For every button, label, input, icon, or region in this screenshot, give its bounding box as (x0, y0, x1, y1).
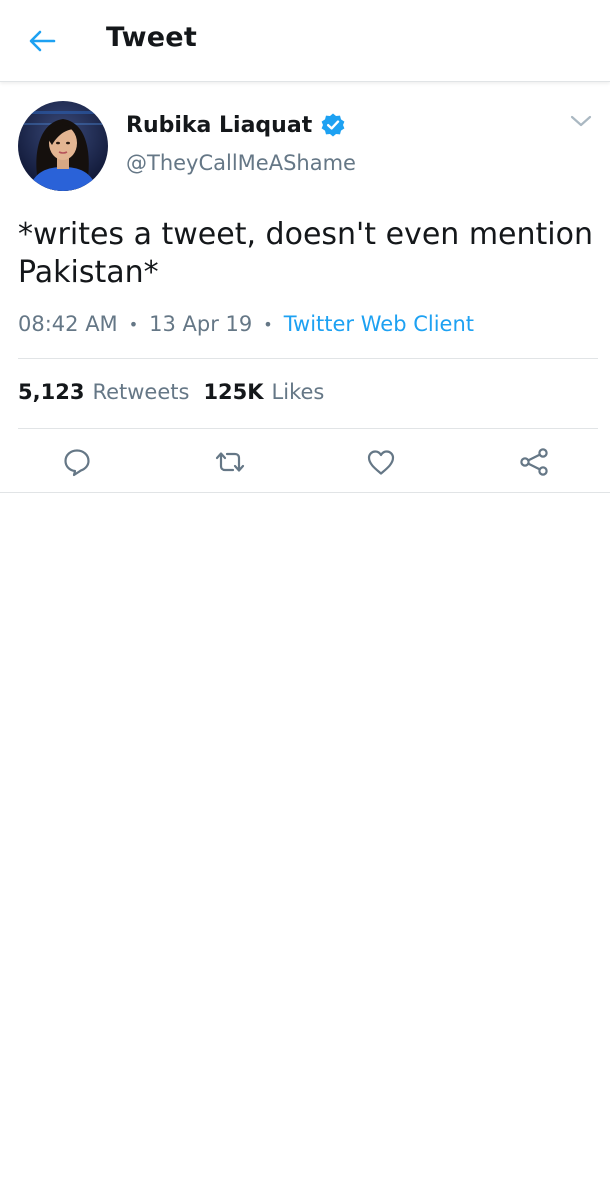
verified-badge-icon (321, 113, 345, 137)
arrow-left-icon (29, 30, 56, 52)
tweet-text: *writes a tweet, doesn't even mention Pa… (18, 217, 593, 290)
retweets-count: 5,123 (18, 380, 85, 404)
author-handle[interactable]: @TheyCallMeAShame (126, 151, 356, 175)
retweets-label: Retweets (92, 380, 190, 404)
share-button[interactable] (514, 444, 554, 480)
tweet-options-button[interactable] (567, 110, 595, 132)
back-button[interactable] (22, 24, 62, 58)
tweet-meta: 08:42 AM • 13 Apr 19 • Twitter Web Clien… (18, 312, 598, 336)
retweet-icon (215, 452, 245, 472)
reply-icon (64, 449, 90, 477)
tweet-stats: 5,123 Retweets 125K Likes (18, 380, 324, 404)
page-title: Tweet (106, 22, 197, 53)
divider (18, 428, 598, 429)
reply-button[interactable] (57, 444, 97, 480)
top-app-bar: Tweet (0, 0, 610, 82)
like-button[interactable] (361, 444, 401, 480)
likes-count: 125K (203, 380, 264, 404)
author-name-row: Rubika Liaquat (126, 112, 346, 138)
tweet-date: 13 Apr 19 (149, 312, 253, 336)
chevron-down-icon (570, 115, 592, 127)
separator-dot: • (263, 314, 273, 334)
tweet-source-link[interactable]: Twitter Web Client (284, 312, 474, 336)
share-icon (520, 448, 548, 476)
tweet-detail-screen: Tweet Rubika Liaquat @TheyCallMeAShame *… (0, 0, 610, 1200)
author-name[interactable]: Rubika Liaquat (126, 113, 312, 138)
avatar[interactable] (18, 101, 108, 191)
tweet-time: 08:42 AM (18, 312, 118, 336)
avatar-photo (18, 101, 108, 191)
likes-stat[interactable]: 125K Likes (203, 380, 324, 404)
divider (18, 358, 598, 359)
divider (0, 492, 610, 493)
retweets-stat[interactable]: 5,123 Retweets (18, 380, 189, 404)
separator-dot: • (128, 314, 139, 334)
like-icon (367, 450, 395, 475)
retweet-button[interactable] (210, 444, 250, 480)
likes-label: Likes (271, 380, 325, 404)
